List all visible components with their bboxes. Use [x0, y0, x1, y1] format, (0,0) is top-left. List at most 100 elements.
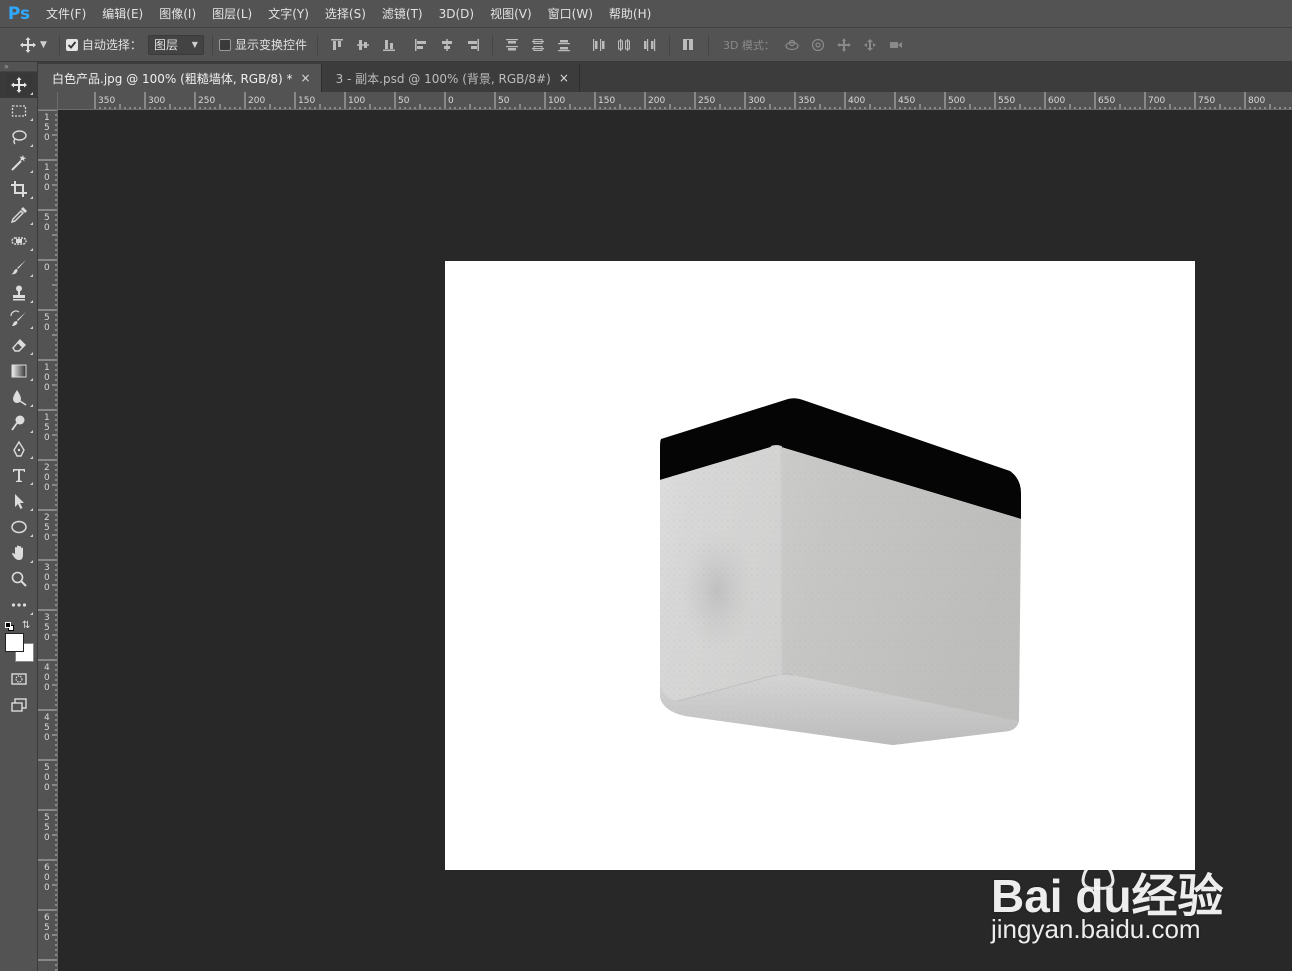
- ruler-label: 5: [44, 923, 50, 933]
- align-bottom-icon[interactable]: [376, 34, 402, 56]
- align-left-icon[interactable]: [408, 34, 434, 56]
- ruler-label: 0: [44, 483, 50, 493]
- quick-mask-tool[interactable]: [0, 666, 38, 692]
- pen-tool[interactable]: [0, 436, 38, 462]
- menu-layer[interactable]: 图层(L): [204, 0, 260, 28]
- distribute-top-icon[interactable]: [499, 34, 525, 56]
- foreground-color-swatch[interactable]: [5, 633, 24, 652]
- screen-mode-tool[interactable]: [0, 692, 38, 718]
- ruler-label: 0: [44, 183, 50, 193]
- ruler-label: 5: [44, 623, 50, 633]
- align-top-icon[interactable]: [324, 34, 350, 56]
- more-tools[interactable]: [0, 592, 38, 618]
- align-horizontal-center-icon[interactable]: [434, 34, 460, 56]
- menu-image[interactable]: 图像(I): [151, 0, 204, 28]
- tab-document-2[interactable]: 3 - 副本.psd @ 100% (背景, RGB/8#) ×: [322, 64, 580, 92]
- document-canvas[interactable]: [445, 261, 1195, 870]
- eraser-tool[interactable]: [0, 332, 38, 358]
- zoom-tool[interactable]: [0, 566, 38, 592]
- swap-colors-icon[interactable]: ⇅: [22, 620, 30, 631]
- horizontal-ruler[interactable]: 350 300 250 200 150 100 50 0 50 100 150 200 250 300 35…: [58, 92, 1292, 110]
- ruler-label: 5: [44, 823, 50, 833]
- show-transform-label: 显示变换控件: [234, 38, 307, 52]
- ruler-label: 0: [44, 583, 50, 593]
- crop-tool[interactable]: [0, 176, 38, 202]
- ruler-label: 100: [348, 96, 365, 106]
- menu-edit[interactable]: 编辑(E): [94, 0, 151, 28]
- menu-file[interactable]: 文件(F): [38, 0, 94, 28]
- ruler-label: 0: [44, 573, 50, 583]
- brush-tool[interactable]: [0, 254, 38, 280]
- panel-collapse-icon[interactable]: »: [0, 62, 37, 72]
- marquee-tool[interactable]: [0, 98, 38, 124]
- history-brush-tool[interactable]: [0, 306, 38, 332]
- menu-select[interactable]: 选择(S): [317, 0, 374, 28]
- close-icon[interactable]: ×: [301, 71, 311, 85]
- 3d-pan-icon[interactable]: [831, 34, 857, 56]
- ruler-label: 0: [44, 733, 50, 743]
- canvas-area[interactable]: [58, 110, 1292, 971]
- dodge-tool[interactable]: [0, 410, 38, 436]
- blur-tool[interactable]: [0, 384, 38, 410]
- move-tool-preset-icon[interactable]: [16, 34, 40, 56]
- auto-select-checkbox[interactable]: [65, 38, 78, 51]
- ruler-label: 2: [44, 513, 50, 523]
- 3d-scale-camera-icon[interactable]: [883, 34, 909, 56]
- menu-type[interactable]: 文字(Y): [260, 0, 317, 28]
- menu-help[interactable]: 帮助(H): [601, 0, 659, 28]
- ruler-label: 700: [1148, 96, 1165, 106]
- align-right-icon[interactable]: [460, 34, 486, 56]
- chevron-down-icon[interactable]: ▼: [40, 40, 47, 50]
- menu-view[interactable]: 视图(V): [482, 0, 540, 28]
- tab-document-1[interactable]: 白色产品.jpg @ 100% (粗糙墙体, RGB/8) * ×: [38, 64, 322, 92]
- ruler-label: 750: [1198, 96, 1215, 106]
- move-tool[interactable]: [0, 72, 38, 98]
- close-icon[interactable]: ×: [559, 71, 569, 85]
- ruler-label: 3: [44, 563, 50, 573]
- menu-3d[interactable]: 3D(D): [431, 0, 482, 28]
- hand-tool[interactable]: [0, 540, 38, 566]
- magic-wand-icon: [11, 155, 27, 171]
- type-tool[interactable]: [0, 462, 38, 488]
- ellipse-tool[interactable]: [0, 514, 38, 540]
- 3d-mode-label: 3D 模式：: [722, 38, 775, 52]
- distribute-left-icon[interactable]: [585, 34, 611, 56]
- ruler-label: 50: [398, 96, 410, 106]
- ruler-origin[interactable]: [38, 92, 58, 110]
- ruler-label: 0: [44, 783, 50, 793]
- eyedropper-tool[interactable]: [0, 202, 38, 228]
- ruler-label: 500: [948, 96, 965, 106]
- clone-stamp-tool[interactable]: [0, 280, 38, 306]
- distribute-vertical-center-icon[interactable]: [525, 34, 551, 56]
- ruler-label: 0: [44, 133, 50, 143]
- magic-wand-tool[interactable]: [0, 150, 38, 176]
- distribute-horizontal-center-icon[interactable]: [611, 34, 637, 56]
- vertical-ruler[interactable]: 1501005005010015020025030035040045050055…: [38, 110, 58, 971]
- path-selection-tool[interactable]: [0, 488, 38, 514]
- auto-align-layers-icon[interactable]: [676, 34, 702, 56]
- brush-icon: [11, 260, 26, 275]
- lasso-tool[interactable]: [0, 124, 38, 150]
- 3d-orbit-icon[interactable]: [779, 34, 805, 56]
- distribute-bottom-icon[interactable]: [551, 34, 577, 56]
- dodge-icon: [11, 415, 25, 431]
- ruler-label: 0: [44, 263, 50, 273]
- auto-select-target-dropdown[interactable]: 图层 ▼: [147, 34, 204, 55]
- gradient-tool[interactable]: [0, 358, 38, 384]
- menu-window[interactable]: 窗口(W): [540, 0, 601, 28]
- ruler-label: 0: [44, 873, 50, 883]
- default-colors-icon[interactable]: [5, 622, 14, 631]
- product-box-image: [660, 398, 1021, 745]
- 3d-slide-icon[interactable]: [857, 34, 883, 56]
- healing-brush-tool[interactable]: [0, 228, 38, 254]
- document-tab-bar: 白色产品.jpg @ 100% (粗糙墙体, RGB/8) * × 3 - 副本…: [38, 62, 1292, 92]
- ruler-label: 450: [898, 96, 915, 106]
- align-vertical-center-icon[interactable]: [350, 34, 376, 56]
- menu-filter[interactable]: 滤镜(T): [374, 0, 431, 28]
- ruler-label: 150: [598, 96, 615, 106]
- show-transform-checkbox[interactable]: [218, 38, 231, 51]
- distribute-right-icon[interactable]: [637, 34, 663, 56]
- 3d-roll-icon[interactable]: [805, 34, 831, 56]
- rectangle-marquee-icon: [11, 105, 27, 117]
- ruler-label: 0: [44, 373, 50, 383]
